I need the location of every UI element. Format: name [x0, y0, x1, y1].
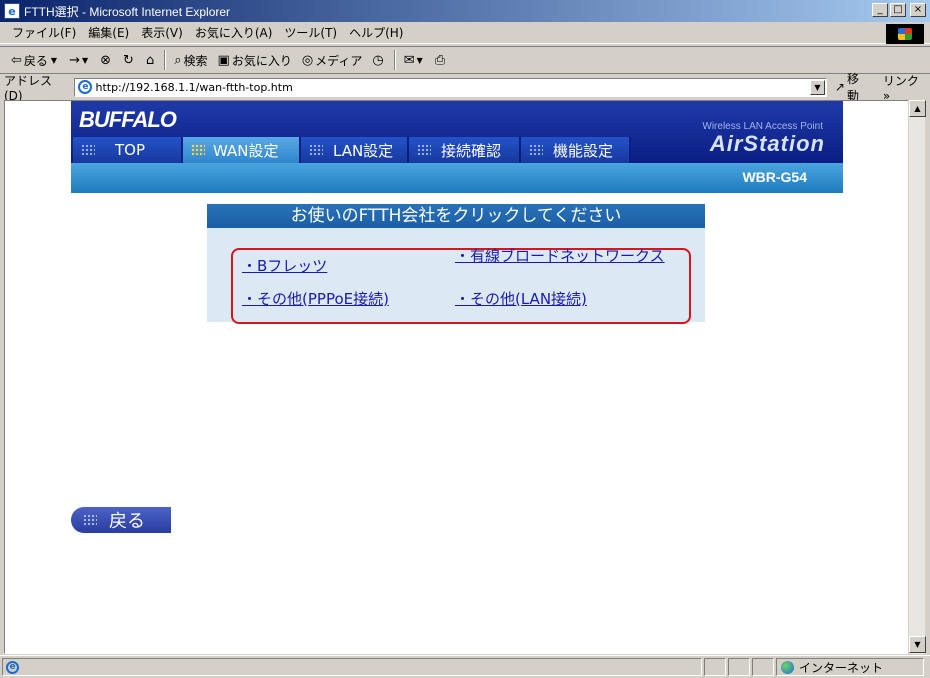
tab-top-label: TOP	[115, 141, 146, 159]
go-arrow-icon: ↗	[834, 80, 845, 94]
favorites-label: お気に入り	[231, 53, 292, 68]
search-button[interactable]: ⌕ 検索	[169, 52, 212, 69]
address-input[interactable]: e http://192.168.1.1/wan-ftth-top.htm ▼	[74, 77, 827, 97]
chevron-down-icon: ▼	[50, 55, 58, 65]
go-label: 移動	[846, 72, 859, 103]
address-url: http://192.168.1.1/wan-ftth-top.htm	[95, 80, 293, 94]
back-button-label: 戻る	[109, 511, 145, 532]
favorites-icon: ▣	[217, 52, 230, 68]
tab-check-label: 接続確認	[441, 141, 502, 160]
toolbar: ⇦ 戻る ▼ → ▼ ⊗ ↻ ⌂ ⌕ 検索 ▣ お気に入り ◎ メディア ◷ ✉…	[0, 46, 930, 74]
grid-dots-icon	[83, 514, 97, 526]
back-toolbar-button[interactable]: ⇦ 戻る ▼	[6, 52, 64, 69]
tab-function-settings[interactable]: 機能設定	[521, 137, 631, 163]
other-pppoe-link[interactable]: ・その他(PPPoE接続)	[242, 290, 389, 309]
print-button[interactable]: ⎙	[430, 53, 452, 68]
mail-icon: ✉	[403, 52, 415, 68]
bflets-link[interactable]: ・Bフレッツ	[242, 257, 327, 276]
status-main: e	[2, 658, 702, 676]
tab-top[interactable]: TOP	[73, 137, 183, 163]
close-button[interactable]: ×	[910, 3, 926, 17]
favorites-button[interactable]: ▣ お気に入り	[213, 52, 297, 69]
search-label: 検索	[183, 53, 208, 68]
links-button[interactable]: リンク »	[883, 72, 930, 103]
status-cell	[728, 658, 750, 676]
other-lan-link[interactable]: ・その他(LAN接続)	[455, 290, 587, 309]
grid-dots-icon	[529, 144, 543, 156]
status-bar: e インターネット	[0, 655, 930, 678]
tab-lan-label: LAN設定	[333, 141, 394, 160]
home-button[interactable]: ⌂	[141, 53, 161, 68]
back-toolbar-label: 戻る	[23, 53, 48, 68]
mail-button[interactable]: ✉ ▼	[399, 53, 430, 68]
status-cell	[704, 658, 726, 676]
tab-connection-check[interactable]: 接続確認	[409, 137, 521, 163]
toolbar-separator	[393, 50, 396, 70]
address-dropdown-icon[interactable]: ▼	[809, 79, 825, 95]
title-bar: e FTTH選択 - Microsoft Internet Explorer _…	[0, 0, 930, 22]
page-status-icon: e	[6, 660, 19, 674]
menu-bar: ファイル(F) 編集(E) 表示(V) お気に入り(A) ツール(T) ヘルプ(…	[0, 22, 930, 44]
grid-dots-icon	[81, 144, 95, 156]
refresh-icon: ↻	[123, 52, 134, 68]
menu-edit[interactable]: 編集(E)	[82, 24, 135, 41]
back-button[interactable]: 戻る	[71, 507, 171, 533]
page-viewport: BUFFALO Wireless LAN Access Point AirSta…	[4, 100, 910, 654]
address-label: アドレス(D)	[4, 73, 53, 103]
nav-tabs: TOP WAN設定 LAN設定 接続確認 機能設定	[73, 137, 631, 163]
forward-toolbar-button[interactable]: → ▼	[64, 53, 95, 68]
chevron-down-icon: ▼	[416, 55, 423, 65]
ie-page-icon: e	[78, 80, 93, 94]
menu-tools[interactable]: ツール(T)	[278, 24, 343, 41]
menu-file[interactable]: ファイル(F)	[6, 24, 82, 41]
minimize-button[interactable]: _	[872, 3, 888, 17]
window-title: FTTH選択 - Microsoft Internet Explorer	[24, 4, 231, 19]
toolbar-separator	[164, 50, 167, 70]
buffalo-header: BUFFALO Wireless LAN Access Point AirSta…	[71, 101, 843, 193]
model-name: WBR-G54	[742, 169, 807, 185]
search-icon: ⌕	[174, 52, 182, 68]
refresh-button[interactable]: ↻	[118, 53, 141, 68]
arrow-right-icon: →	[69, 52, 80, 68]
stop-icon: ⊗	[100, 52, 112, 68]
menu-view[interactable]: 表示(V)	[135, 24, 189, 41]
grid-dots-icon	[191, 144, 205, 156]
go-button[interactable]: ↗ 移動	[835, 70, 871, 104]
panel-title: お使いのFTTH会社をクリックしてください	[207, 204, 705, 228]
history-button[interactable]: ◷	[367, 53, 390, 68]
globe-icon	[781, 660, 794, 674]
status-cell	[752, 658, 774, 676]
usen-broadnetworks-link[interactable]: ・有線ブロードネットワークス	[455, 247, 675, 266]
vertical-scrollbar[interactable]: ▲ ▼	[908, 100, 926, 654]
status-zone: インターネット	[776, 658, 924, 676]
grid-dots-icon	[309, 144, 323, 156]
stop-button[interactable]: ⊗	[95, 53, 118, 68]
menu-favorites[interactable]: お気に入り(A)	[189, 24, 279, 41]
chevron-down-icon: ▼	[81, 55, 89, 65]
buffalo-logo: BUFFALO	[79, 107, 177, 132]
media-label: メディア	[315, 53, 363, 68]
tab-wan-label: WAN設定	[213, 141, 279, 160]
maximize-button[interactable]: □	[890, 3, 906, 17]
menu-help[interactable]: ヘルプ(H)	[343, 24, 409, 41]
tab-wan-settings[interactable]: WAN設定	[183, 137, 301, 163]
scroll-up-icon[interactable]: ▲	[909, 100, 926, 117]
ie-icon: e	[4, 3, 20, 19]
address-bar: アドレス(D) e http://192.168.1.1/wan-ftth-to…	[0, 72, 930, 103]
windows-logo-icon	[886, 24, 924, 44]
arrow-left-icon: ⇦	[11, 52, 22, 68]
tab-lan-settings[interactable]: LAN設定	[301, 137, 409, 163]
print-icon: ⎙	[434, 52, 446, 68]
grid-dots-icon	[417, 144, 431, 156]
airstation-logo: AirStation	[709, 131, 825, 156]
tab-function-label: 機能設定	[553, 141, 614, 160]
home-icon: ⌂	[145, 52, 155, 68]
media-button[interactable]: ◎ メディア	[297, 52, 368, 69]
media-icon: ◎	[301, 52, 314, 68]
scroll-down-icon[interactable]: ▼	[909, 636, 926, 653]
zone-label: インターネット	[799, 660, 884, 675]
history-icon: ◷	[372, 52, 384, 68]
